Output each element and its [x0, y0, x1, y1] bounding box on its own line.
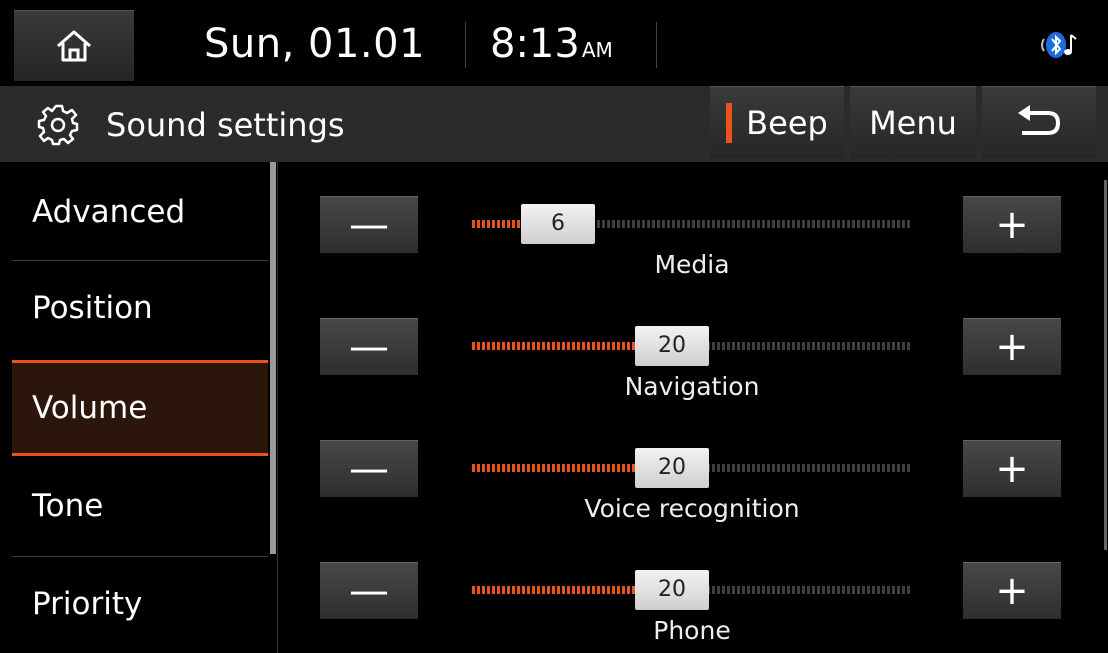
sidebar-item-tone[interactable]: Tone	[12, 486, 268, 526]
slider-knob[interactable]: 20	[635, 448, 709, 488]
home-icon	[57, 30, 91, 62]
slider-knob[interactable]: 20	[635, 570, 709, 610]
sidebar-item-volume[interactable]: Volume	[12, 388, 268, 428]
voice-recognition-volume-slider[interactable]: 20	[472, 448, 912, 488]
phone-decrease-button[interactable]: —	[320, 562, 418, 619]
sidebar-item-priority[interactable]: Priority	[12, 584, 268, 624]
sidebar-divider	[12, 260, 268, 261]
voice-recognition-label: Voice recognition	[584, 494, 800, 523]
sidebar-item-position[interactable]: Position	[12, 288, 268, 328]
minus-icon: —	[349, 324, 389, 370]
status-time-value: 8:13	[490, 21, 580, 67]
phone-volume-slider[interactable]: 20	[472, 570, 912, 610]
status-divider	[465, 22, 466, 68]
volume-row-phone: — 20 Phone +	[280, 562, 1108, 653]
beep-label: Beep	[746, 104, 828, 142]
minus-icon: —	[349, 446, 389, 492]
voice-recognition-increase-button[interactable]: +	[963, 440, 1061, 497]
home-button[interactable]	[14, 10, 134, 81]
volume-row-navigation: — 20 Navigation +	[280, 318, 1108, 438]
voice-recognition-decrease-button[interactable]: —	[320, 440, 418, 497]
minus-icon: —	[349, 568, 389, 614]
media-increase-button[interactable]: +	[963, 196, 1061, 253]
plus-icon: +	[995, 202, 1029, 248]
status-divider	[656, 22, 657, 68]
status-ampm: AM	[581, 38, 613, 62]
sidebar-scroll-track	[277, 162, 278, 653]
menu-label: Menu	[869, 104, 957, 142]
sidebar: Advanced Position Volume Tone Priority	[0, 162, 276, 653]
sidebar-divider	[12, 556, 268, 557]
navigation-increase-button[interactable]: +	[963, 318, 1061, 375]
volume-row-voice-recognition: — 20 Voice recognition +	[280, 440, 1108, 560]
status-date: Sun, 01.01	[204, 21, 426, 67]
sidebar-item-advanced[interactable]: Advanced	[12, 192, 268, 232]
content-scrollbar[interactable]	[1104, 180, 1107, 550]
media-volume-slider[interactable]: 6	[472, 204, 912, 244]
gear-icon	[37, 104, 79, 146]
beep-status-indicator	[726, 103, 733, 143]
status-time: 8:13 AM	[490, 16, 613, 72]
sidebar-scrollbar[interactable]	[270, 162, 276, 554]
media-decrease-button[interactable]: —	[320, 196, 418, 253]
navigation-label: Navigation	[624, 372, 760, 401]
slider-knob[interactable]: 6	[521, 204, 595, 244]
bluetooth-audio-icon	[1041, 32, 1077, 58]
plus-icon: +	[995, 568, 1029, 614]
navigation-volume-slider[interactable]: 20	[472, 326, 912, 366]
volume-row-media: — 6 Media +	[280, 196, 1108, 316]
navigation-decrease-button[interactable]: —	[320, 318, 418, 375]
page-title: Sound settings	[106, 106, 345, 144]
phone-increase-button[interactable]: +	[963, 562, 1061, 619]
media-label: Media	[654, 250, 730, 279]
plus-icon: +	[995, 324, 1029, 370]
back-button[interactable]	[982, 86, 1096, 159]
menu-button[interactable]: Menu	[850, 86, 976, 159]
head-unit-screen: Sun, 01.01 8:13 AM Sound settings Beep Me…	[0, 0, 1108, 653]
phone-label: Phone	[653, 616, 731, 645]
minus-icon: —	[349, 202, 389, 248]
back-icon	[1018, 105, 1061, 135]
slider-knob[interactable]: 20	[635, 326, 709, 366]
plus-icon: +	[995, 446, 1029, 492]
beep-button[interactable]: Beep	[710, 86, 844, 159]
